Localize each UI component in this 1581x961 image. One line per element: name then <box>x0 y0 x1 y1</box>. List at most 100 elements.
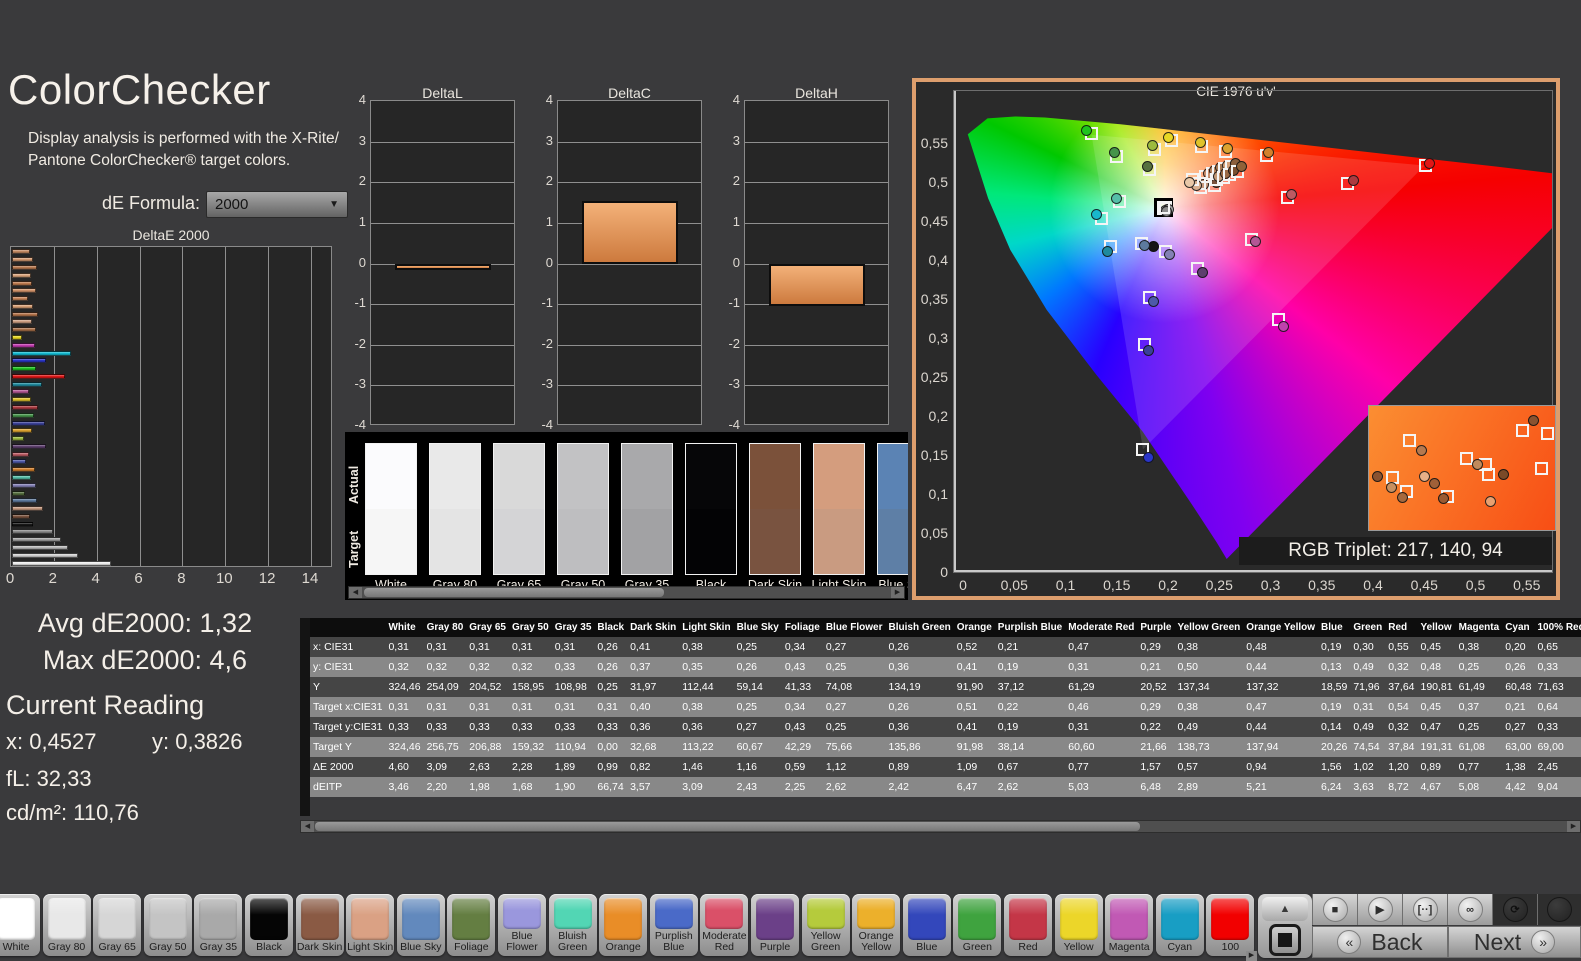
patch-button-gray-65[interactable]: Gray 65 <box>93 894 142 956</box>
deltae-bar-100-cyan <box>12 350 71 356</box>
swatch-actual <box>750 444 800 509</box>
table-cell: 0,33 <box>551 717 595 737</box>
patch-button-gray-80[interactable]: Gray 80 <box>42 894 91 956</box>
table-cell: 0,19 <box>994 717 1066 737</box>
table-cell: 134,19 <box>885 677 954 697</box>
swatch-dark-skin <box>749 443 801 575</box>
expand-up-button[interactable]: ▲ <box>1262 897 1308 921</box>
current-cdm2: cd/m²: 110,76 <box>6 800 139 825</box>
stop-button[interactable]: ■ <box>1312 894 1357 925</box>
toolbar-scroll-right-icon[interactable]: ▶ <box>1246 951 1257 961</box>
patch-button-cyan[interactable]: Cyan <box>1155 894 1204 956</box>
patch-button-orange[interactable]: Orange <box>599 894 648 956</box>
scroll-left-icon[interactable]: ◀ <box>301 821 314 832</box>
refresh-button[interactable]: ⟳ <box>1492 894 1537 925</box>
table-cell: 0,26 <box>885 697 954 717</box>
table-cell: 0,32 <box>508 657 552 677</box>
patch-chip <box>756 898 794 940</box>
swatch-scrollbar[interactable]: ◀ ▶ <box>348 586 905 599</box>
scroll-right-icon[interactable]: ▶ <box>891 587 904 598</box>
patch-button-blue-sky[interactable]: Blue Sky <box>396 894 445 956</box>
play-button[interactable]: ▶ <box>1357 894 1402 925</box>
swatch-target <box>366 509 416 574</box>
table-row: Target y:CIE31 0,33 0,33 0,33 0,33 0,33 0,33 0,… <box>310 717 1581 737</box>
patch-button-white[interactable]: White <box>0 894 40 956</box>
column-header-bluish-green: Bluish Green <box>885 618 954 637</box>
patch-button-100[interactable]: 100 <box>1206 894 1255 956</box>
deltae-bar-100-green <box>12 366 36 372</box>
loop-brackets-button[interactable]: [··] <box>1402 894 1447 925</box>
table-cell: 0,54 <box>1385 697 1418 717</box>
table-cell: 1,38 <box>1502 757 1535 777</box>
table-cell: 108,98 <box>551 677 595 697</box>
cie-diagram-plot: RGB Triplet: 217, 140, 94 <box>953 90 1556 573</box>
table-scrollbar[interactable]: ◀ ▶ <box>300 820 1581 833</box>
table-cell: 0,31 <box>508 697 552 717</box>
patch-button-yellow[interactable]: Yellow <box>1054 894 1103 956</box>
table-cell: 254,09 <box>423 677 467 697</box>
swatch-target <box>878 509 908 574</box>
column-header-moderate-red: Moderate Red <box>1065 618 1138 637</box>
table-row: Target x:CIE31 0,31 0,31 0,31 0,31 0,31 0,31 0,… <box>310 697 1581 717</box>
gridline <box>96 247 98 566</box>
patch-button-moderate-red[interactable]: Moderate Red <box>700 894 749 956</box>
measured-marker-red <box>1347 175 1359 187</box>
description-line2: Pantone ColorChecker® target colors. <box>28 152 291 170</box>
deltae-x-tick-label: 0 <box>5 570 15 587</box>
patch-button-blue[interactable]: Blue <box>902 894 951 956</box>
next-button[interactable]: Next » <box>1448 926 1581 958</box>
patch-button-orange-yellow[interactable]: Orange Yellow <box>852 894 901 956</box>
table-scrollbar-thumb[interactable] <box>315 822 1140 831</box>
table-cell: 71,63 <box>1534 677 1581 697</box>
gridline <box>311 247 312 566</box>
patch-button-yellow-green[interactable]: Yellow Green <box>801 894 850 956</box>
patch-label: Gray 35 <box>199 940 238 953</box>
patch-label: Purplish Blue <box>654 929 693 953</box>
patch-chip <box>98 898 137 940</box>
patch-button-red[interactable]: Red <box>1004 894 1052 956</box>
deltae-bar-dark-skin <box>12 513 30 519</box>
y-tick-label: -3 <box>541 376 553 392</box>
patch-button-blue-flower[interactable]: Blue Flower <box>498 894 546 956</box>
deltae-bar-green <box>12 412 34 418</box>
patch-button-green[interactable]: Green <box>953 894 1002 956</box>
patch-label: Cyan <box>1167 940 1193 953</box>
patch-button-foliage[interactable]: Foliage <box>447 894 496 956</box>
table-cell: 0,26 <box>733 657 782 677</box>
table-cell: 63,00 <box>1502 737 1535 757</box>
patch-button-magenta[interactable]: Magenta <box>1105 894 1154 956</box>
play-icon: ▶ <box>1367 897 1393 922</box>
table-cell: 91,98 <box>953 737 995 757</box>
patch-button-dark-skin[interactable]: Dark Skin <box>295 894 344 956</box>
scroll-right-icon[interactable]: ▶ <box>1567 821 1580 832</box>
patch-button-purple[interactable]: Purple <box>751 894 799 956</box>
patch-button-bluish-green[interactable]: Bluish Green <box>548 894 597 956</box>
patch-chip <box>553 898 592 929</box>
scroll-left-icon[interactable]: ◀ <box>349 587 362 598</box>
patch-button-gray-35[interactable]: Gray 35 <box>194 894 243 956</box>
blank-button[interactable] <box>1537 894 1581 925</box>
patch-button-purplish-blue[interactable]: Purplish Blue <box>649 894 698 956</box>
table-cell: 0,45 <box>1417 697 1456 717</box>
table-cell: 0,30 <box>1350 637 1386 657</box>
table-cell: 1,12 <box>822 757 886 777</box>
table-cell: 1,20 <box>1385 757 1418 777</box>
patch-button-light-skin[interactable]: Light Skin <box>346 894 395 956</box>
page-description: Display analysis is performed with the X… <box>28 128 350 173</box>
deltae-bar-skin-tone-4 <box>12 272 32 278</box>
cie-x-axis-line <box>954 570 1552 572</box>
column-header-purplish-blue: Purplish Blue <box>994 618 1066 637</box>
current-fl: fL: 32,33 <box>6 766 92 791</box>
table-cell: 5,03 <box>1065 777 1138 797</box>
back-button[interactable]: « Back <box>1312 926 1448 958</box>
patch-button-black[interactable]: Black <box>245 894 293 956</box>
patch-button-gray-50[interactable]: Gray 50 <box>143 894 192 956</box>
stop-measure-button[interactable] <box>1269 924 1301 956</box>
blank-icon <box>1547 897 1572 922</box>
de-formula-dropdown[interactable]: 2000 ▼ <box>206 191 348 218</box>
infinity-button[interactable]: ∞ <box>1447 894 1492 925</box>
swatch-scrollbar-thumb[interactable] <box>364 588 664 597</box>
measured-marker-purple <box>1196 266 1208 278</box>
table-cell: 0,21 <box>1502 697 1535 717</box>
table-cell: 0,45 <box>1417 637 1456 657</box>
